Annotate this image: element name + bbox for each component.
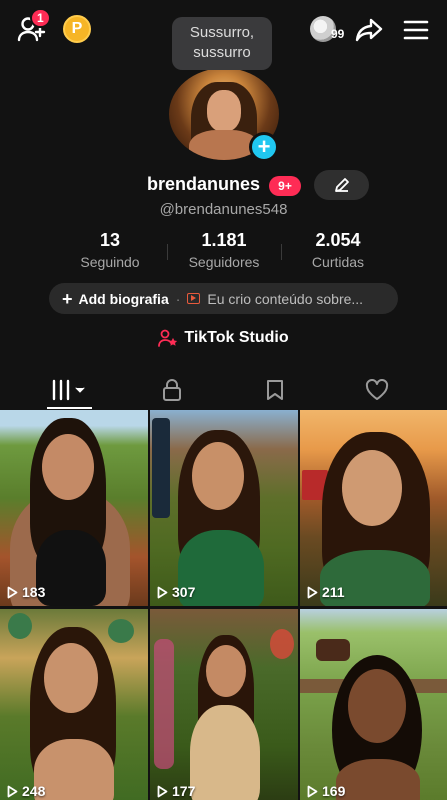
view-count: 169 [307, 783, 345, 799]
stat-label: Seguidores [188, 254, 260, 270]
user-handle: @brendanunes548 [159, 201, 288, 218]
play-icon [307, 586, 318, 598]
video-thumbnail[interactable]: 169 [300, 609, 447, 800]
tooltip: Sussurro, sussurro [172, 17, 272, 70]
video-thumbnail[interactable]: 307 [150, 410, 298, 606]
bio-separator: · [175, 290, 181, 307]
play-icon [7, 785, 18, 797]
username-badge[interactable]: 9+ [269, 176, 301, 196]
coin-icon[interactable]: P [63, 15, 91, 43]
studio-person-icon [158, 329, 178, 347]
bio-description: Eu crio conteúdo sobre... [207, 290, 364, 307]
username-row: brendanunes 9+ [0, 172, 447, 200]
view-count: 211 [307, 584, 345, 600]
stat-label: Curtidas [311, 254, 365, 270]
profile-tabs [0, 370, 447, 410]
video-thumbnail[interactable]: 177 [150, 609, 298, 800]
video-grid: 183 307 211 248 177 169 [0, 410, 447, 800]
username: brendanunes [147, 174, 261, 194]
view-count: 307 [157, 584, 195, 600]
play-icon [157, 785, 168, 797]
share-icon[interactable] [353, 14, 385, 46]
story-count: 99 [331, 27, 345, 41]
video-thumbnail[interactable]: 248 [0, 609, 148, 800]
view-count: 248 [7, 783, 45, 799]
grid-filter-icon [52, 379, 85, 401]
play-icon [157, 586, 168, 598]
tiktok-studio-link[interactable]: TikTok Studio [0, 329, 447, 347]
add-bio-label: Add biografia [78, 290, 169, 307]
video-thumbnail[interactable]: 211 [300, 410, 447, 606]
view-count: 177 [157, 783, 195, 799]
stat-value: 2.054 [315, 230, 361, 250]
stat-divider [167, 244, 168, 260]
heart-icon [365, 379, 389, 400]
edit-profile-button[interactable] [314, 170, 369, 200]
play-icon [307, 785, 318, 797]
lock-icon [163, 379, 181, 401]
play-icon [7, 586, 18, 598]
menu-icon[interactable] [400, 14, 432, 46]
video-icon [187, 293, 201, 304]
view-count: 183 [7, 584, 45, 600]
stat-following[interactable]: 13 Seguindo [55, 230, 165, 270]
tab-liked[interactable] [337, 370, 417, 410]
top-bar: 1 P Sussurro, sussurro 99 [0, 0, 447, 70]
pencil-icon [334, 178, 349, 192]
add-bio-bar[interactable]: + Add biografia · Eu crio conteúdo sobre… [49, 283, 398, 314]
studio-label: TikTok Studio [184, 329, 289, 346]
stat-label: Seguindo [80, 254, 140, 270]
video-thumbnail[interactable]: 183 [0, 410, 148, 606]
stat-likes[interactable]: 2.054 Curtidas [283, 230, 393, 270]
notification-badge: 1 [30, 8, 51, 28]
active-tab-underline [47, 407, 92, 409]
add-story-plus-icon[interactable]: + [249, 132, 279, 162]
stat-value: 13 [99, 230, 121, 250]
tab-saved[interactable] [235, 370, 315, 410]
stats: 13 Seguindo 1.181 Seguidores 2.054 Curti… [0, 230, 447, 276]
tab-private[interactable] [132, 370, 212, 410]
stat-followers[interactable]: 1.181 Seguidores [169, 230, 279, 270]
bookmark-icon [267, 380, 283, 400]
plus-icon: + [62, 288, 73, 309]
stat-value: 1.181 [201, 230, 247, 250]
tab-videos[interactable] [30, 370, 110, 410]
stat-divider [281, 244, 282, 260]
